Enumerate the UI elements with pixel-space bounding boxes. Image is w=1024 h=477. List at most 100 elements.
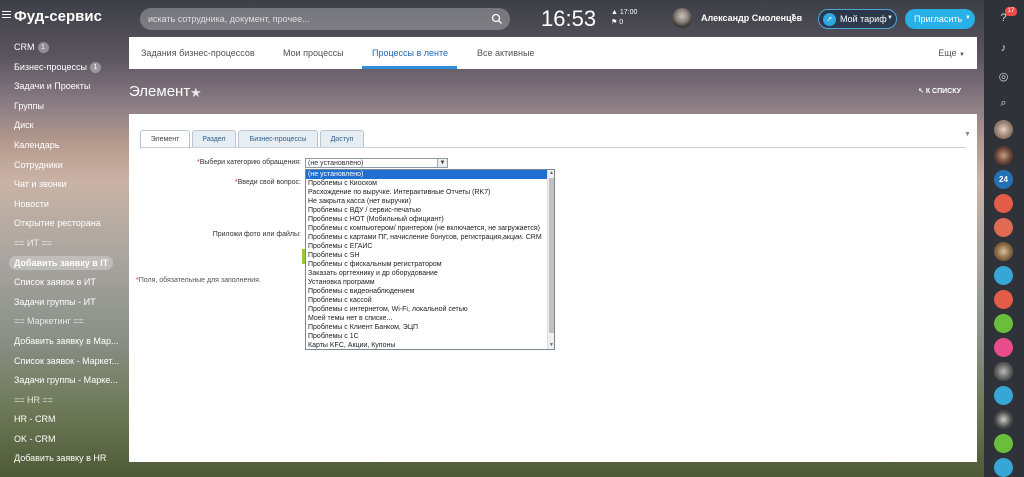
more-menu[interactable]: Еще ▼ [938,48,965,58]
scroll-down-icon[interactable]: ▼ [548,342,555,349]
active-tab-indicator [362,66,457,69]
sidebar-item-marketing-requests[interactable]: Список заявок - Маркет... [0,352,124,372]
dropdown-option[interactable]: Моей темы нет в списке... [306,314,549,323]
contact-avatar[interactable] [994,434,1013,453]
search-icon[interactable] [491,13,503,25]
sidebar-item-add-it-request[interactable]: Добавить заявку в IT [0,254,124,274]
sidebar-separator-marketing[interactable]: == Маркетинг == [0,312,124,332]
menu-icon[interactable] [2,11,11,20]
contact-avatar[interactable] [994,362,1013,381]
contact-avatar[interactable] [994,194,1013,213]
right-panel: ? ♪ ◎ ⌕ 24 [984,0,1024,477]
alarm-icon: ▲ [611,9,618,16]
chevron-down-icon[interactable]: ▼ [964,131,971,138]
dropdown-option[interactable]: Установка программ [306,278,549,287]
dropdown-option[interactable]: Проблемы с фискальным регистратором [306,260,549,269]
scroll-up-icon[interactable]: ▲ [548,170,555,177]
sidebar-item-it-tasks[interactable]: Задачи группы - ИТ [0,293,124,313]
dropdown-option[interactable]: (не установлено) [306,170,549,179]
tab-processes-in-feed[interactable]: Процессы в ленте [372,48,448,58]
bell-icon[interactable]: ♪ [994,39,1013,58]
search-input[interactable] [148,11,478,27]
flag-count: 0 [619,19,624,26]
category-label: *Выбери категорию обращения: [196,159,301,166]
sidebar-item-add-marketing-request[interactable]: Добавить заявку в Мар... [0,332,124,352]
clock-info[interactable]: ▲ 17:00 ⚑ 0 [611,8,637,28]
contact-avatar[interactable] [994,120,1013,139]
dropdown-scrollbar[interactable]: ▲ ▼ [547,170,554,349]
dropdown-option[interactable]: Проблемы с компьютером/ принтером (не вк… [306,224,549,233]
user-avatar[interactable] [672,8,692,28]
sidebar-item-chat[interactable]: Чат и звонки [0,175,124,195]
tab-all-active[interactable]: Все активные [477,48,534,58]
dropdown-option[interactable]: Не закрыта касса (нет выручки) [306,197,549,206]
dropdown-option[interactable]: Проблемы с 1С [306,332,549,341]
sidebar-item-tasks[interactable]: Задачи и Проекты [0,77,124,97]
search-icon[interactable]: ⌕ [994,94,1013,113]
sidebar-item-business-processes[interactable]: Бизнес-процессы 1 [0,58,124,78]
sidebar-item-news[interactable]: Новости [0,195,124,215]
tab-bp-tasks[interactable]: Задания бизнес-процессов [141,48,255,58]
dropdown-option[interactable]: Проблемы с НОТ (Мобильный официант) [306,215,549,224]
dropdown-option[interactable]: Проблемы с картами ПГ, начисление бонусо… [306,233,549,242]
sidebar-item-crm[interactable]: CRM 1 [0,38,124,58]
dropdown-option[interactable]: Заказать оргтехнику и др оборудование [306,269,549,278]
back-arrow-icon: ↖ [918,88,924,95]
search-box[interactable] [140,8,510,30]
contact-avatar[interactable] [994,146,1013,165]
category-dropdown-list[interactable]: (не установлено) Проблемы с Киоском Расх… [305,169,555,350]
dropdown-option[interactable]: Карты KFC, Акции, Купоны [306,341,549,350]
sidebar-item-it-requests[interactable]: Список заявок в ИТ [0,273,124,293]
dropdown-option[interactable]: Проблемы с Клиент Банком, ЭЦП [306,323,549,332]
scrollbar-thumb[interactable] [549,178,554,333]
sidebar-separator-hr[interactable]: == HR == [0,391,124,411]
rocket-icon: ➚ [823,13,836,26]
sidebar-item-marketing-tasks[interactable]: Задачи группы - Марке... [0,371,124,391]
clock[interactable]: 16:53 [541,6,596,32]
tab-my-processes[interactable]: Мои процессы [283,48,344,58]
sidebar-item-disk[interactable]: Диск [0,116,124,136]
dropdown-option[interactable]: Проблемы с ВДУ / сервис-печатью [306,206,549,215]
contact-avatar[interactable] [994,338,1013,357]
star-icon[interactable]: ★ [190,85,202,101]
dropdown-option[interactable]: Расхождение по выручке. Интерактивные От… [306,188,549,197]
sidebar-item-restaurant-opening[interactable]: Открытие ресторана [0,214,124,234]
contact-avatar[interactable] [994,314,1013,333]
dropdown-option[interactable]: Проблемы с кассой [306,296,549,305]
sidebar-item-calendar[interactable]: Календарь [0,136,124,156]
dropdown-option[interactable]: Проблемы с интернетом, Wi-Fi, локальной … [306,305,549,314]
tab-business-processes[interactable]: Бизнес-процессы [238,130,318,148]
sidebar-item-hr-crm[interactable]: HR - CRM [0,410,124,430]
back-to-list-link[interactable]: ↖ К СПИСКУ [918,87,961,95]
sidebar-item-groups[interactable]: Группы [0,97,124,117]
contact-avatar[interactable] [994,266,1013,285]
process-tabs: Задания бизнес-процессов Мои процессы Пр… [129,37,977,69]
dropdown-option[interactable]: Проблемы с ЕГАИС [306,242,549,251]
sidebar-item-ok-crm[interactable]: OK - CRM [0,430,124,450]
category-select[interactable]: (не установлено) ▼ [305,158,448,168]
contact-avatar[interactable] [994,458,1013,477]
tab-section[interactable]: Раздел [192,130,236,148]
chevron-down-icon[interactable]: ▼ [790,13,797,20]
dropdown-option[interactable]: Проблемы с видеонаблюдением [306,287,549,296]
dropdown-option[interactable]: Проблемы с SH [306,251,549,260]
counter-badge: 1 [89,61,101,73]
chevron-down-icon: ▼ [965,15,971,21]
my-tariff-button[interactable]: ➚ Мой тариф ▼ [818,9,897,29]
sidebar-item-employees[interactable]: Сотрудники [0,156,124,176]
contact-avatar[interactable] [994,290,1013,309]
invite-button[interactable]: Пригласить ▼ [905,9,975,29]
contact-avatar[interactable] [994,386,1013,405]
chat-icon[interactable]: ◎ [994,68,1013,87]
sidebar-item-add-hr-request[interactable]: Добавить заявку в HR [0,449,124,469]
sidebar-separator-it[interactable]: == ИТ == [0,234,124,254]
tariff-label: Мой тариф [840,14,887,24]
contact-avatar[interactable] [994,410,1013,429]
calendar-counter[interactable]: 24 [994,170,1013,189]
user-name[interactable]: Александр Смоленцев [701,13,802,23]
contact-avatar[interactable] [994,242,1013,261]
contact-avatar[interactable] [994,218,1013,237]
dropdown-option[interactable]: Проблемы с Киоском [306,179,549,188]
tab-access[interactable]: Доступ [320,130,364,148]
brand-title[interactable]: Фуд-сервис [14,8,102,25]
